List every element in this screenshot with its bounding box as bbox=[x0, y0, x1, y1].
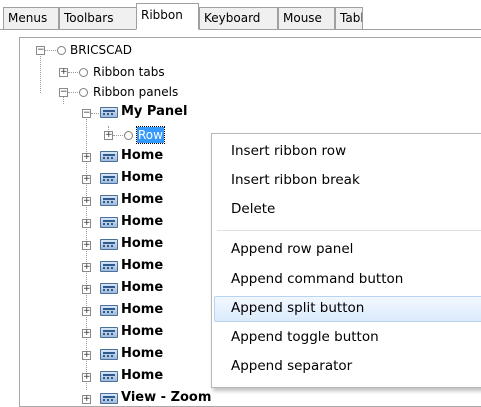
expand-icon[interactable]: + bbox=[82, 351, 91, 360]
menu-item-append-separator[interactable]: Append separator bbox=[214, 354, 481, 380]
expand-icon[interactable]: + bbox=[104, 131, 113, 140]
circle-node-icon bbox=[79, 88, 88, 97]
tree-node-home[interactable]: Home bbox=[121, 368, 163, 384]
collapse-icon[interactable]: − bbox=[59, 88, 68, 97]
expand-icon[interactable]: + bbox=[82, 373, 91, 382]
ribbon-panel-icon bbox=[100, 393, 118, 404]
ribbon-panel-icon bbox=[100, 239, 118, 250]
tab-strip: Menus Toolbars Ribbon Keyboard Mouse Tab… bbox=[0, 0, 481, 30]
ribbon-panel-icon bbox=[100, 327, 118, 338]
expand-icon[interactable]: + bbox=[82, 175, 91, 184]
tree-node-home[interactable]: Home bbox=[121, 280, 163, 296]
ribbon-panel-icon bbox=[100, 349, 118, 360]
tab-mouse[interactable]: Mouse bbox=[278, 7, 335, 29]
tab-label: Toolbars bbox=[64, 11, 114, 25]
expand-icon[interactable]: + bbox=[59, 68, 68, 77]
tree-node-home[interactable]: Home bbox=[121, 324, 163, 340]
tab-toolbars[interactable]: Toolbars bbox=[59, 7, 137, 29]
circle-node-icon bbox=[79, 68, 88, 77]
tab-label: Table bbox=[340, 11, 362, 25]
tab-label: Mouse bbox=[283, 11, 322, 25]
expand-icon[interactable]: + bbox=[82, 263, 91, 272]
menu-item-append-split-button[interactable]: Append split button bbox=[214, 296, 481, 322]
menu-item-insert-ribbon-break[interactable]: Insert ribbon break bbox=[214, 168, 481, 194]
tree-node-home[interactable]: Home bbox=[121, 170, 163, 186]
expand-icon[interactable]: + bbox=[82, 241, 91, 250]
expand-icon[interactable]: + bbox=[82, 329, 91, 338]
expand-icon[interactable]: + bbox=[82, 153, 91, 162]
expand-icon[interactable]: + bbox=[82, 285, 91, 294]
expand-icon[interactable]: + bbox=[82, 219, 91, 228]
tab-label: Ribbon bbox=[141, 8, 183, 22]
ribbon-panel-icon bbox=[100, 217, 118, 228]
menu-item-append-command-button[interactable]: Append command button bbox=[214, 267, 481, 293]
tab-table[interactable]: Table bbox=[335, 7, 363, 29]
tree-node-ribbon-tabs[interactable]: Ribbon tabs bbox=[93, 64, 165, 80]
tree-node-view-zoom[interactable]: View - Zoom bbox=[121, 390, 211, 406]
ribbon-panel-icon bbox=[100, 107, 118, 118]
context-menu: Insert ribbon row Insert ribbon break De… bbox=[211, 133, 481, 388]
tree-node-home[interactable]: Home bbox=[121, 236, 163, 252]
collapse-icon[interactable]: − bbox=[36, 46, 45, 55]
ribbon-panel-icon bbox=[100, 283, 118, 294]
tree-node-my-panel[interactable]: My Panel bbox=[121, 104, 187, 120]
ribbon-panel-icon bbox=[100, 261, 118, 272]
tree-node-home[interactable]: Home bbox=[121, 148, 163, 164]
ribbon-panel-icon bbox=[100, 305, 118, 316]
tab-label: Menus bbox=[8, 11, 48, 25]
menu-item-append-toggle-button[interactable]: Append toggle button bbox=[214, 325, 481, 351]
tab-baseline bbox=[0, 29, 481, 30]
tree-node-bricscad[interactable]: BRICSCAD bbox=[70, 42, 132, 58]
tree-node-row[interactable]: Row bbox=[136, 126, 165, 144]
tree-node-home[interactable]: Home bbox=[121, 192, 163, 208]
tab-menus[interactable]: Menus bbox=[3, 7, 59, 29]
tab-label: Keyboard bbox=[204, 11, 261, 25]
circle-node-icon bbox=[124, 131, 133, 140]
menu-item-delete[interactable]: Delete bbox=[214, 197, 481, 223]
tab-ribbon[interactable]: Ribbon bbox=[136, 3, 199, 30]
expand-icon[interactable]: + bbox=[82, 307, 91, 316]
menu-separator bbox=[217, 230, 481, 231]
collapse-icon[interactable]: − bbox=[82, 109, 91, 118]
tree-line bbox=[40, 54, 41, 93]
menu-item-insert-ribbon-row[interactable]: Insert ribbon row bbox=[214, 139, 481, 165]
circle-node-icon bbox=[57, 46, 66, 55]
ribbon-panel-icon bbox=[100, 371, 118, 382]
tree-node-home[interactable]: Home bbox=[121, 258, 163, 274]
tree-node-home[interactable]: Home bbox=[121, 214, 163, 230]
expand-icon[interactable]: + bbox=[82, 395, 91, 404]
tree-node-home[interactable]: Home bbox=[121, 346, 163, 362]
expand-icon[interactable]: + bbox=[82, 197, 91, 206]
ribbon-panel-icon bbox=[100, 151, 118, 162]
menu-item-append-row-panel[interactable]: Append row panel bbox=[214, 237, 481, 263]
ribbon-panel-icon bbox=[100, 195, 118, 206]
ribbon-panel-icon bbox=[100, 173, 118, 184]
tree-node-ribbon-panels[interactable]: Ribbon panels bbox=[93, 84, 178, 100]
tab-keyboard[interactable]: Keyboard bbox=[199, 7, 278, 29]
tree-node-home[interactable]: Home bbox=[121, 302, 163, 318]
